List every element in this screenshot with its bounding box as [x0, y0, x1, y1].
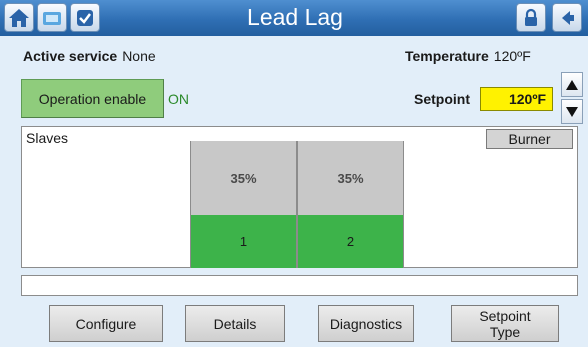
setpoint-type-line1: Setpoint — [479, 307, 531, 324]
home-icon[interactable] — [4, 3, 34, 32]
slaves-panel: Slaves Burner 35% 1 35% 2 — [21, 126, 578, 268]
message-bar — [21, 275, 578, 296]
temperature-label: Temperature — [405, 48, 489, 64]
temperature: Temperature 120ºF — [405, 48, 531, 64]
setpoint-type-line2: Type — [489, 323, 521, 340]
setpoint-up-button[interactable] — [561, 72, 583, 97]
setpoint-field[interactable]: 120ºF — [480, 87, 553, 111]
lock-icon[interactable] — [516, 3, 546, 32]
slave-rate: 35% — [191, 141, 296, 215]
operation-state: ON — [168, 91, 189, 107]
active-service-value: None — [122, 48, 156, 64]
slave-column-2[interactable]: 35% 2 — [297, 141, 404, 268]
configure-button[interactable]: Configure — [49, 305, 163, 342]
page-title: Lead Lag — [247, 4, 343, 30]
arrow-down-icon — [566, 106, 578, 117]
slave-rate: 35% — [298, 141, 403, 215]
operation-enable-button[interactable]: Operation enable — [21, 79, 164, 118]
active-service-label: Active service — [23, 48, 118, 64]
slave-id: 1 — [191, 215, 296, 268]
diagnostics-button[interactable]: Diagnostics — [318, 305, 414, 342]
slave-id: 2 — [298, 215, 403, 268]
setpoint-type-button[interactable]: Setpoint Type — [451, 305, 559, 342]
active-service: Active service None — [23, 48, 156, 64]
temperature-value: 120ºF — [493, 48, 531, 64]
setpoint-down-button[interactable] — [561, 99, 583, 124]
back-icon[interactable] — [552, 3, 582, 32]
burner-button[interactable]: Burner — [486, 129, 573, 149]
title-bar: Lead Lag — [0, 0, 588, 36]
check-icon[interactable] — [70, 3, 100, 32]
setpoint-label: Setpoint — [414, 91, 470, 107]
arrow-up-icon — [566, 79, 578, 90]
slave-column-1[interactable]: 35% 1 — [190, 141, 297, 268]
details-button[interactable]: Details — [185, 305, 285, 342]
screen-icon[interactable] — [37, 3, 67, 32]
slaves-label: Slaves — [26, 130, 69, 146]
